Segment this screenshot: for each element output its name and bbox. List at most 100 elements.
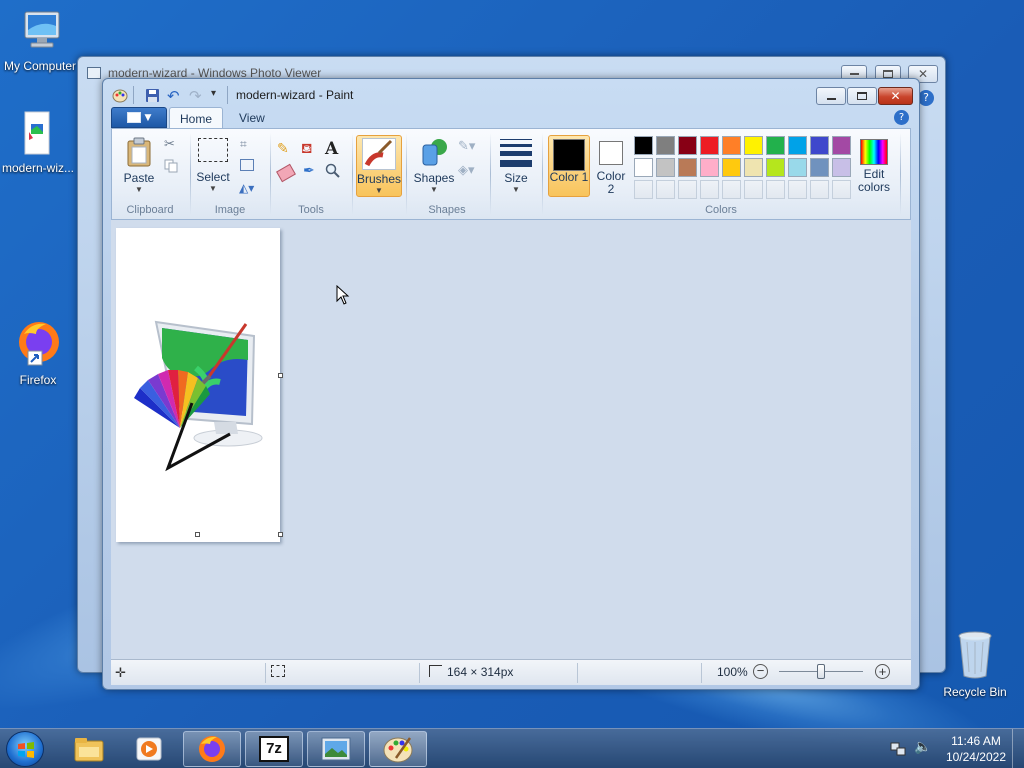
fill-bucket-icon[interactable]: ⛾ [301,141,319,159]
palette-custom-swatch[interactable] [656,180,675,199]
palette-color-swatch[interactable] [678,136,697,155]
copy-icon[interactable] [164,159,178,173]
fill-icon[interactable]: ◈▾ [458,163,475,178]
palette-custom-swatch[interactable] [744,180,763,199]
help-icon[interactable]: ? [894,110,909,125]
edit-colors-button[interactable]: Edit colors [852,135,896,197]
palette-custom-swatch[interactable] [678,180,697,199]
palette-color-swatch[interactable] [810,158,829,177]
firefox-icon [199,736,225,762]
palette-color-swatch[interactable] [744,136,763,155]
save-icon[interactable] [145,88,160,103]
palette-color-swatch[interactable] [634,158,653,177]
palette-color-swatch[interactable] [832,158,851,177]
folder-icon [74,738,104,762]
palette-color-swatch[interactable] [700,158,719,177]
cut-icon[interactable]: ✂ [164,137,175,152]
photo-viewer-app-icon [87,67,101,79]
outline-icon[interactable]: ✎▾ [458,139,475,154]
palette-color-swatch[interactable] [810,136,829,155]
show-desktop-button[interactable] [1012,729,1024,768]
zoom-in-button[interactable]: + [875,664,890,679]
restore-button[interactable] [847,87,877,105]
palette-color-swatch[interactable] [656,158,675,177]
palette-custom-swatch[interactable] [722,180,741,199]
resize-handle-right[interactable] [278,373,283,378]
media-player-icon [136,737,162,761]
taskbar-explorer-button[interactable] [60,731,118,767]
palette-color-swatch[interactable] [678,158,697,177]
select-button[interactable]: Select ▼ [194,135,232,197]
desktop-icon-my-computer[interactable]: My Computer [0,8,80,73]
mouse-cursor-icon [336,285,350,305]
taskbar-photo-viewer-button[interactable] [307,731,365,767]
taskbar-media-player-button[interactable] [120,731,178,767]
palette-color-swatch[interactable] [788,158,807,177]
palette-color-swatch[interactable] [788,136,807,155]
resize-icon[interactable] [240,159,254,171]
redo-icon[interactable]: ↷ [189,87,205,105]
paste-button[interactable]: Paste ▼ [118,135,160,197]
palette-color-swatch[interactable] [766,136,785,155]
palette-color-swatch[interactable] [722,158,741,177]
palette-color-swatch[interactable] [656,136,675,155]
color-picker-icon[interactable]: ✒ [303,163,315,179]
palette-custom-swatch[interactable] [634,180,653,199]
quick-access-dropdown-icon[interactable]: ▾ [211,88,216,99]
pencil-icon[interactable]: ✎ [277,141,295,159]
palette-custom-swatch[interactable] [700,180,719,199]
canvas-image [134,320,263,472]
undo-icon[interactable]: ↶ [167,87,183,105]
palette-custom-swatch[interactable] [766,180,785,199]
drawing-canvas[interactable] [116,228,280,542]
taskbar-firefox-button[interactable] [183,731,241,767]
computer-icon [0,8,80,57]
crop-icon[interactable]: ⌗ [240,137,247,152]
palette-color-swatch[interactable] [722,136,741,155]
palette-color-swatch[interactable] [634,136,653,155]
palette-color-swatch[interactable] [744,158,763,177]
resize-handle-bottom[interactable] [195,532,200,537]
brushes-button[interactable]: Brushes ▼ [356,135,402,197]
magnifier-icon[interactable] [325,163,341,179]
selection-size-icon [271,665,285,677]
text-tool-icon[interactable]: A [325,139,343,159]
shapes-button[interactable]: Shapes ▼ [412,135,456,197]
color2-button[interactable]: Color 2 [592,135,630,197]
size-button[interactable]: Size ▼ [496,135,536,197]
volume-icon[interactable]: 🔈 [914,739,931,755]
zoom-slider-thumb[interactable] [817,664,825,679]
tab-home[interactable]: Home [169,107,224,129]
start-button[interactable] [6,731,44,767]
paint-window[interactable]: ↶ ↷ ▾ modern-wizard - Paint ✕ ▼ Home Vie… [102,78,920,690]
palette-custom-swatch[interactable] [810,180,829,199]
taskbar-clock[interactable]: 11:46 AM 10/24/2022 [946,733,1006,765]
menu-icon [126,112,141,123]
paint-menu-button[interactable]: ▼ [111,107,167,128]
palette-color-swatch[interactable] [700,136,719,155]
desktop-icon-recycle-bin[interactable]: Recycle Bin [935,630,1015,699]
network-icon[interactable] [890,741,906,757]
palette-custom-swatch[interactable] [832,180,851,199]
taskbar-paint-button[interactable] [369,731,427,767]
close-icon: ✕ [917,67,929,81]
close-button[interactable]: ✕ [878,87,913,105]
photo-viewer-icon [321,737,351,761]
group-label-shapes: Shapes [428,204,466,216]
tab-view[interactable]: View [229,107,275,129]
desktop-icon-modern-wizard[interactable]: modern-wiz... [0,110,78,175]
color1-button[interactable]: Color 1 [548,135,590,197]
rotate-icon[interactable]: ◭▾ [239,181,254,195]
palette-color-swatch[interactable] [832,136,851,155]
help-icon[interactable]: ? [918,90,934,106]
palette-custom-swatch[interactable] [788,180,807,199]
eraser-icon[interactable] [276,163,296,183]
ribbon: Paste ▼ ✂ Clipboard Select ▼ ⌗ ◭▾ Image … [111,128,911,220]
resize-handle-corner[interactable] [278,532,283,537]
palette-color-swatch[interactable] [766,158,785,177]
canvas-area[interactable] [111,220,911,659]
desktop-icon-firefox[interactable]: Firefox [0,318,78,387]
taskbar-7zip-button[interactable]: 7z [245,731,303,767]
minimize-button[interactable] [816,87,846,105]
zoom-out-button[interactable]: − [753,664,768,679]
